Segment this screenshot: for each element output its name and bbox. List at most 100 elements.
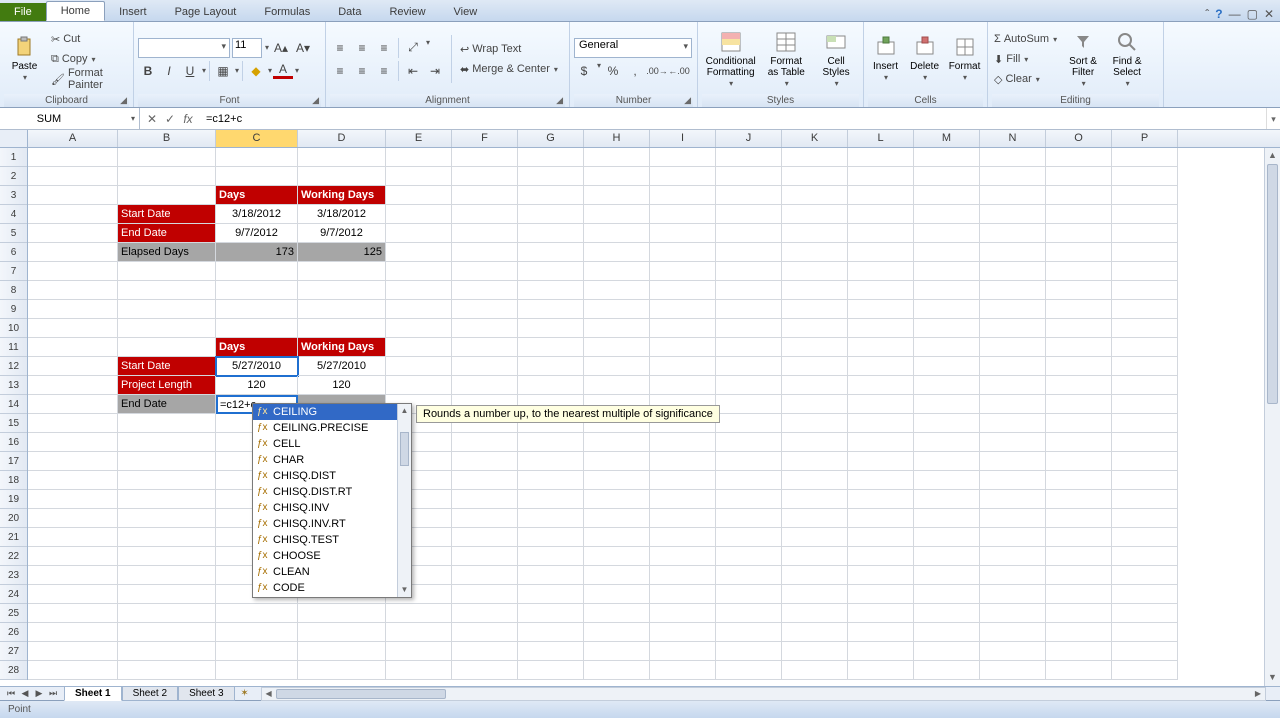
cell-O24[interactable]	[1046, 585, 1112, 604]
sheet-tab-sheet-1[interactable]: Sheet 1	[64, 687, 122, 701]
cell-K2[interactable]	[782, 167, 848, 186]
cell-G7[interactable]	[518, 262, 584, 281]
currency-icon[interactable]: $	[574, 61, 594, 81]
cell-M2[interactable]	[914, 167, 980, 186]
cell-M9[interactable]	[914, 300, 980, 319]
cell-P28[interactable]	[1112, 661, 1178, 680]
cell-P12[interactable]	[1112, 357, 1178, 376]
cell-D10[interactable]	[298, 319, 386, 338]
cell-G4[interactable]	[518, 205, 584, 224]
cell-K24[interactable]	[782, 585, 848, 604]
cell-K17[interactable]	[782, 452, 848, 471]
cell-D26[interactable]	[298, 623, 386, 642]
cell-K5[interactable]	[782, 224, 848, 243]
increase-indent-icon[interactable]: ⇥	[425, 61, 445, 81]
cell-N16[interactable]	[980, 433, 1046, 452]
cell-M11[interactable]	[914, 338, 980, 357]
cell-D13[interactable]: 120	[298, 376, 386, 395]
cell-J12[interactable]	[716, 357, 782, 376]
new-sheet-button[interactable]: ✶	[235, 688, 255, 699]
cell-L8[interactable]	[848, 281, 914, 300]
cell-J16[interactable]	[716, 433, 782, 452]
sheet-nav-next-icon[interactable]: ▶	[32, 688, 46, 699]
cell-M26[interactable]	[914, 623, 980, 642]
cell-A2[interactable]	[28, 167, 118, 186]
row-header-2[interactable]: 2	[0, 167, 27, 186]
cell-O19[interactable]	[1046, 490, 1112, 509]
cell-I21[interactable]	[650, 528, 716, 547]
cell-P5[interactable]	[1112, 224, 1178, 243]
cell-J3[interactable]	[716, 186, 782, 205]
function-autocomplete[interactable]: ƒxCEILINGƒxCEILING.PRECISEƒxCELLƒxCHARƒx…	[252, 403, 412, 598]
cell-I5[interactable]	[650, 224, 716, 243]
row-header-5[interactable]: 5	[0, 224, 27, 243]
enter-formula-icon[interactable]: ✓	[162, 112, 178, 126]
row-header-28[interactable]: 28	[0, 661, 27, 680]
merge-center-button[interactable]: ⬌Merge & Center▾	[458, 59, 560, 79]
cell-A20[interactable]	[28, 509, 118, 528]
font-launcher[interactable]: ◢	[312, 95, 319, 106]
cell-N3[interactable]	[980, 186, 1046, 205]
cell-J18[interactable]	[716, 471, 782, 490]
col-header-J[interactable]: J	[716, 130, 782, 147]
number-launcher[interactable]: ◢	[684, 95, 691, 106]
cell-B3[interactable]	[118, 186, 216, 205]
borders-button[interactable]: ▦	[213, 61, 233, 81]
col-header-A[interactable]: A	[28, 130, 118, 147]
ac-item-chisq-inv[interactable]: ƒxCHISQ.INV	[253, 500, 401, 516]
row-header-15[interactable]: 15	[0, 414, 27, 433]
cell-J23[interactable]	[716, 566, 782, 585]
autosum-button[interactable]: ΣAutoSum▾	[992, 29, 1059, 49]
ac-scroll-down-icon[interactable]: ▼	[398, 583, 411, 597]
col-header-P[interactable]: P	[1112, 130, 1178, 147]
cell-J8[interactable]	[716, 281, 782, 300]
cell-F16[interactable]	[452, 433, 518, 452]
cell-K25[interactable]	[782, 604, 848, 623]
cell-F23[interactable]	[452, 566, 518, 585]
cell-M25[interactable]	[914, 604, 980, 623]
minimize-ribbon-icon[interactable]: ˆ	[1205, 7, 1209, 21]
cell-G6[interactable]	[518, 243, 584, 262]
cell-L6[interactable]	[848, 243, 914, 262]
cell-F26[interactable]	[452, 623, 518, 642]
cell-J28[interactable]	[716, 661, 782, 680]
row-header-19[interactable]: 19	[0, 490, 27, 509]
cell-K14[interactable]	[782, 395, 848, 414]
cell-O5[interactable]	[1046, 224, 1112, 243]
cell-L1[interactable]	[848, 148, 914, 167]
fill-button[interactable]: ⬇Fill▾	[992, 49, 1059, 69]
cell-I16[interactable]	[650, 433, 716, 452]
cell-B4[interactable]: Start Date	[118, 205, 216, 224]
cell-A21[interactable]	[28, 528, 118, 547]
cell-M24[interactable]	[914, 585, 980, 604]
cell-A10[interactable]	[28, 319, 118, 338]
cell-O21[interactable]	[1046, 528, 1112, 547]
number-format-select[interactable]: General	[574, 38, 692, 58]
cell-D11[interactable]: Working Days	[298, 338, 386, 357]
cell-E4[interactable]	[386, 205, 452, 224]
cell-I18[interactable]	[650, 471, 716, 490]
cell-E7[interactable]	[386, 262, 452, 281]
cell-I11[interactable]	[650, 338, 716, 357]
row-header-22[interactable]: 22	[0, 547, 27, 566]
col-header-E[interactable]: E	[386, 130, 452, 147]
col-header-D[interactable]: D	[298, 130, 386, 147]
select-all-corner[interactable]	[0, 130, 28, 147]
cell-P27[interactable]	[1112, 642, 1178, 661]
cell-styles-button[interactable]: Cell Styles▾	[813, 27, 859, 91]
cell-H17[interactable]	[584, 452, 650, 471]
sheet-tab-sheet-3[interactable]: Sheet 3	[178, 687, 234, 701]
cell-H11[interactable]	[584, 338, 650, 357]
cell-E28[interactable]	[386, 661, 452, 680]
shrink-font-icon[interactable]: A▾	[293, 38, 313, 58]
comma-icon[interactable]: ,	[625, 61, 645, 81]
cell-J15[interactable]	[716, 414, 782, 433]
cell-H16[interactable]	[584, 433, 650, 452]
cell-G26[interactable]	[518, 623, 584, 642]
cell-D1[interactable]	[298, 148, 386, 167]
ac-scroll-thumb[interactable]	[400, 432, 409, 466]
increase-decimal-icon[interactable]: .00→	[647, 61, 667, 81]
row-header-14[interactable]: 14	[0, 395, 27, 414]
cell-H10[interactable]	[584, 319, 650, 338]
cell-O9[interactable]	[1046, 300, 1112, 319]
